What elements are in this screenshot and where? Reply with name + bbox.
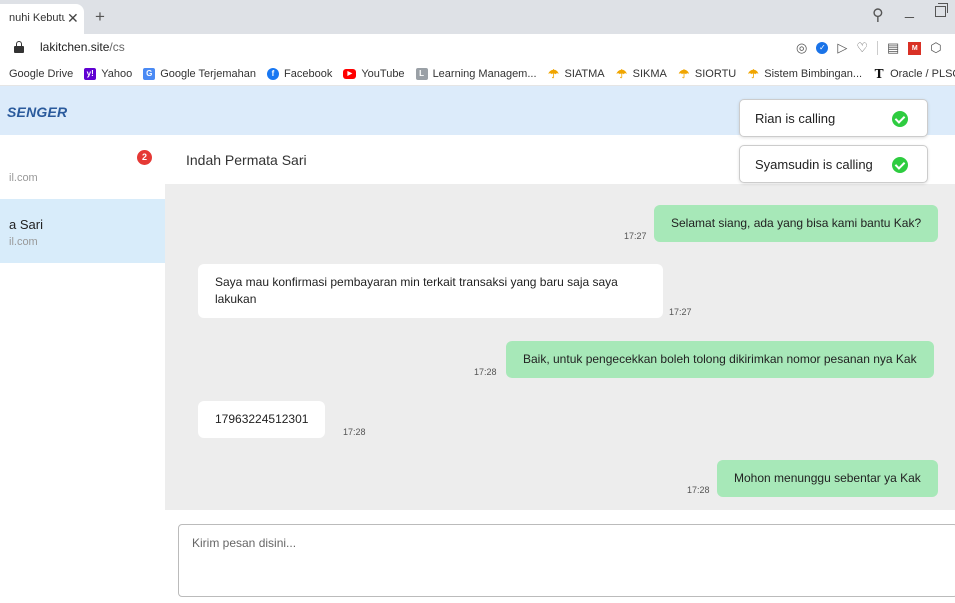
tab-search-icon[interactable]: ⚲ — [872, 5, 884, 25]
message-time: 17:28 — [474, 367, 497, 377]
minimize-icon[interactable]: _ — [905, 2, 914, 20]
notification-text: Syamsudin is calling — [755, 157, 873, 172]
conversation-list: il.com 2 a Sari il.com — [0, 135, 165, 603]
umbrella-icon: ☂ — [616, 66, 628, 81]
url-domain: lakitchen.site — [40, 40, 110, 54]
translate-icon: G — [143, 67, 156, 80]
bookmark-youtube[interactable]: ▶ YouTube — [343, 68, 405, 80]
message-incoming: 17963224512301 — [198, 401, 326, 438]
message-outgoing: Baik, untuk pengecekkan boleh tolong dik… — [506, 341, 934, 378]
bookmark-learning-management[interactable]: L Learning Managem... — [415, 67, 537, 80]
conversation-email: il.com — [9, 172, 38, 184]
conversation-item[interactable]: il.com 2 — [0, 135, 165, 199]
call-notification[interactable]: Syamsudin is calling — [739, 145, 928, 183]
bookmark-siortu[interactable]: ☂ SIORTU — [678, 66, 737, 81]
lock-icon[interactable] — [14, 41, 24, 53]
message-outgoing: Mohon menunggu sebentar ya Kak — [717, 460, 938, 497]
oracle-icon: T — [874, 66, 884, 81]
message-time: 17:27 — [624, 231, 647, 241]
bookmark-sikma[interactable]: ☂ SIKMA — [616, 68, 667, 80]
umbrella-icon: ☂ — [678, 66, 690, 81]
browser-tab[interactable]: nuhi Kebutu ✕ — [0, 4, 84, 34]
url-text[interactable]: lakitchen.site/cs — [40, 40, 125, 54]
message-time: 17:28 — [343, 427, 366, 437]
cube-icon[interactable]: ⬡ — [930, 40, 941, 56]
extension-icons: ◎ ✓ ▷ ♡ ▤ M ⬡ — [796, 39, 942, 57]
screenshot-icon[interactable]: ◎ — [796, 40, 807, 56]
bookmark-sistem-bimbingan[interactable]: ☂ Sistem Bimbingan... — [747, 68, 862, 80]
message-input[interactable] — [178, 524, 955, 597]
tab-title: nuhi Kebutu — [9, 12, 65, 24]
chat-contact-name: Indah Permata Sari — [186, 152, 307, 168]
toolbar-divider — [877, 41, 878, 55]
call-notification[interactable]: Rian is calling — [739, 99, 928, 137]
shield-icon[interactable]: ✓ — [816, 42, 829, 54]
app-brand: SENGER — [7, 104, 68, 120]
address-bar[interactable]: lakitchen.site/cs ◎ ✓ ▷ ♡ ▤ M ⬡ — [0, 34, 955, 62]
new-tab-button[interactable]: + — [95, 7, 105, 27]
learning-icon: L — [415, 67, 428, 80]
conversation-item-active[interactable]: a Sari il.com — [0, 199, 165, 263]
conversation-name: a Sari — [9, 217, 43, 232]
umbrella-icon: ☂ — [747, 66, 759, 81]
facebook-icon: f — [267, 67, 280, 80]
message-composer — [165, 510, 955, 603]
message-thread: Selamat siang, ada yang bisa kami bantu … — [165, 184, 955, 510]
close-tab-icon[interactable]: ✕ — [67, 10, 79, 27]
bookmark-google-terjemahan[interactable]: G Google Terjemahan — [143, 67, 256, 80]
conversation-email: il.com — [9, 236, 38, 248]
url-path: /cs — [109, 40, 125, 54]
sidebar-icon[interactable]: ▤ — [887, 40, 899, 56]
unread-badge: 2 — [137, 150, 152, 165]
umbrella-icon: ☂ — [548, 66, 559, 81]
bookmark-yahoo[interactable]: y! Yahoo — [84, 67, 132, 80]
notification-text: Rian is calling — [755, 111, 836, 126]
heart-icon[interactable]: ♡ — [856, 40, 868, 56]
browser-tab-bar: nuhi Kebutu ✕ + ⚲ _ — [0, 0, 955, 34]
message-incoming: Saya mau konfirmasi pembayaran min terka… — [198, 264, 663, 318]
check-icon — [892, 111, 908, 127]
bookmark-oracle-plsql[interactable]: TOracle / PLSQL — [873, 68, 955, 80]
message-time: 17:27 — [669, 307, 692, 317]
bookmark-siatma[interactable]: ☂ SIATMA — [548, 68, 605, 80]
youtube-icon: ▶ — [343, 68, 357, 79]
message-time: 17:28 — [687, 485, 710, 495]
mail-extension-icon[interactable]: M — [908, 41, 922, 55]
restore-window-icon[interactable] — [935, 3, 948, 17]
bookmarks-bar: Google Drive y! Yahoo G Google Terjemahan … — [0, 62, 955, 86]
bookmark-google-drive[interactable]: Google Drive — [9, 68, 73, 80]
yahoo-icon: y! — [84, 67, 97, 80]
message-outgoing: Selamat siang, ada yang bisa kami bantu … — [654, 205, 939, 242]
send-icon[interactable]: ▷ — [837, 40, 847, 56]
bookmark-facebook[interactable]: f Facebook — [267, 67, 332, 80]
check-icon — [892, 157, 908, 173]
